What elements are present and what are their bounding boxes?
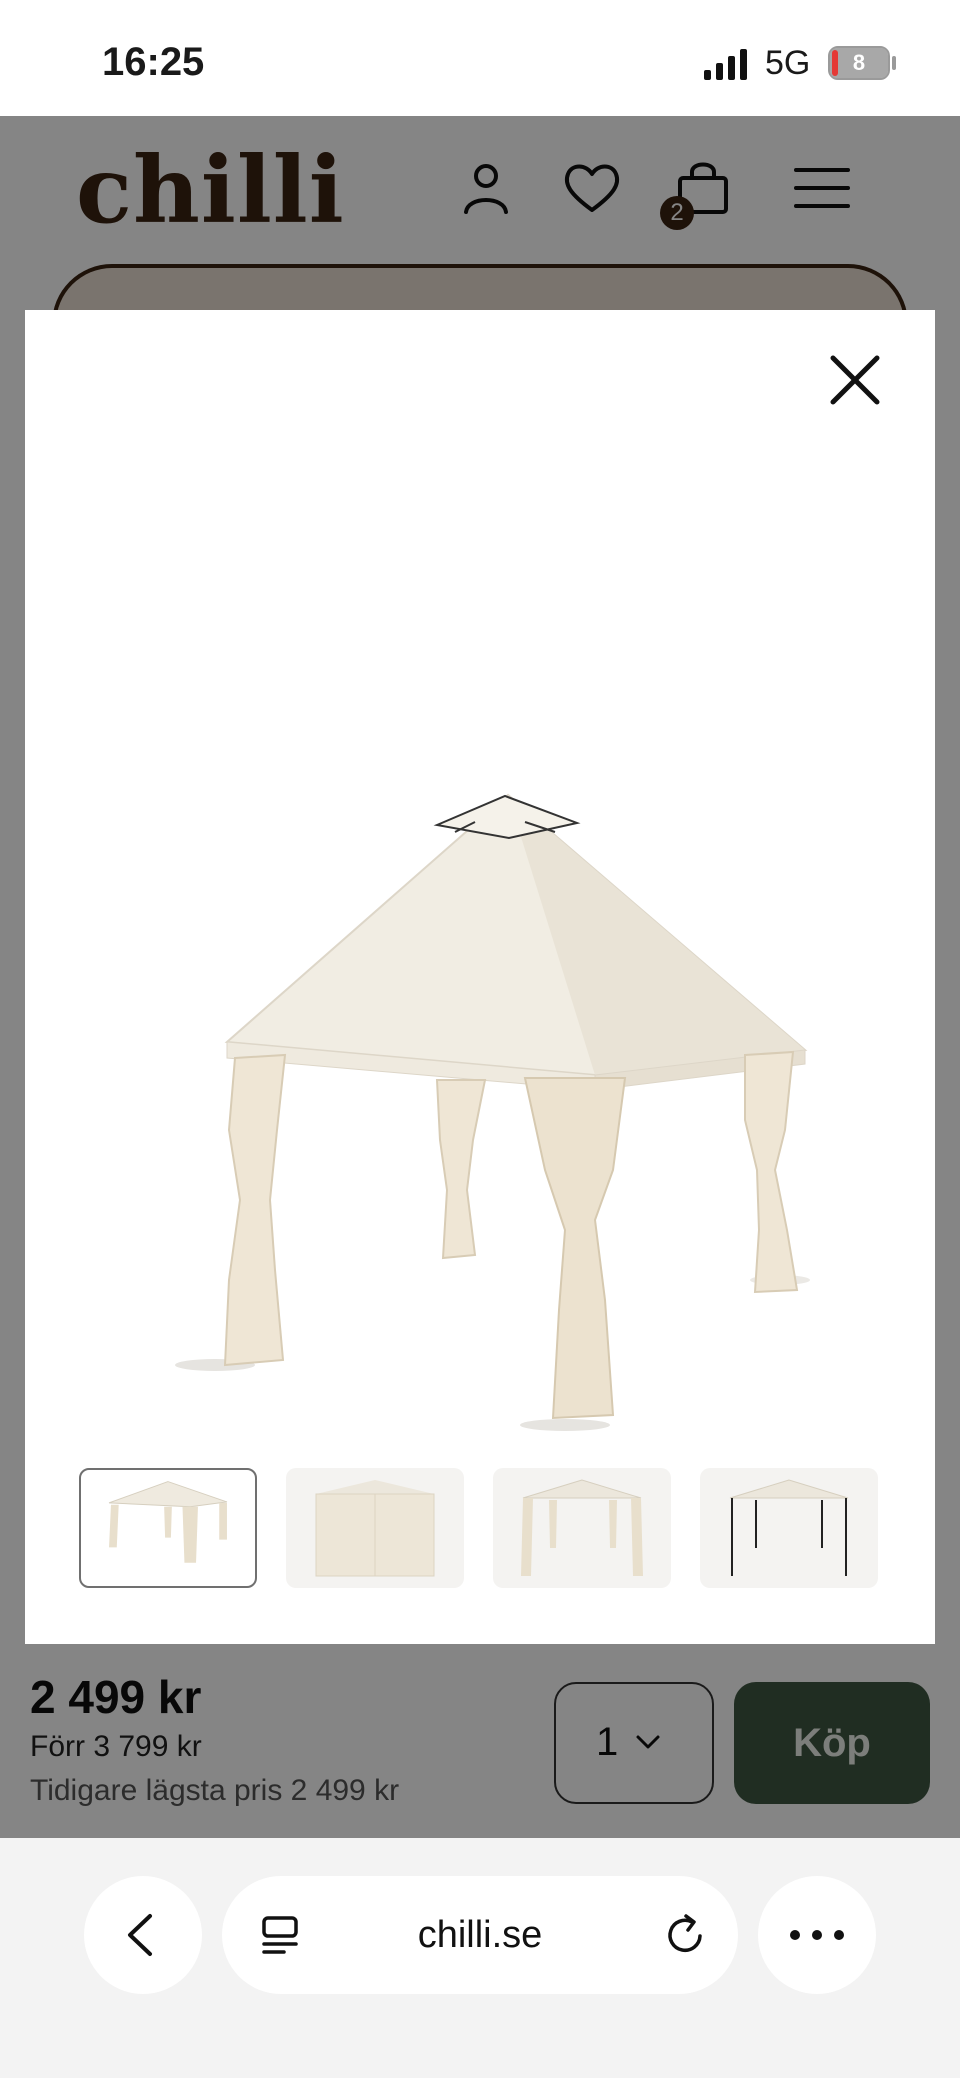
thumbnail-strip [79,1468,899,1592]
close-icon[interactable] [825,350,885,410]
reload-icon[interactable] [662,1912,708,1958]
url-text: chilli.se [417,1914,543,1956]
signal-icon [704,49,747,80]
thumbnail-3[interactable] [493,1468,671,1588]
thumbnail-1[interactable] [79,1468,257,1588]
back-button[interactable] [84,1876,202,1994]
browser-toolbar: chilli.se [0,1838,960,2078]
thumbnail-2[interactable] [286,1468,464,1588]
gazebo-closed-thumbnail-icon [315,1480,435,1577]
chevron-left-icon [128,1914,152,1956]
more-dots-icon [790,1930,844,1940]
image-gallery-modal [25,310,935,1644]
status-bar: 16:25 5G 8 [0,0,960,116]
network-label: 5G [765,44,811,82]
status-time: 16:25 [102,40,205,84]
buy-bar-dim [0,1646,960,1838]
gazebo-thumbnail-icon [108,1481,228,1563]
gazebo-product-image [175,793,810,1431]
gazebo-side-thumbnail-icon [521,1479,643,1576]
more-options-button[interactable] [758,1876,876,1994]
thumbnail-4[interactable] [700,1468,878,1588]
battery-level: 8 [830,48,888,78]
address-bar[interactable]: chilli.se [222,1876,738,1994]
gazebo-frame-thumbnail-icon [729,1479,849,1576]
battery-icon: 8 [828,46,890,80]
